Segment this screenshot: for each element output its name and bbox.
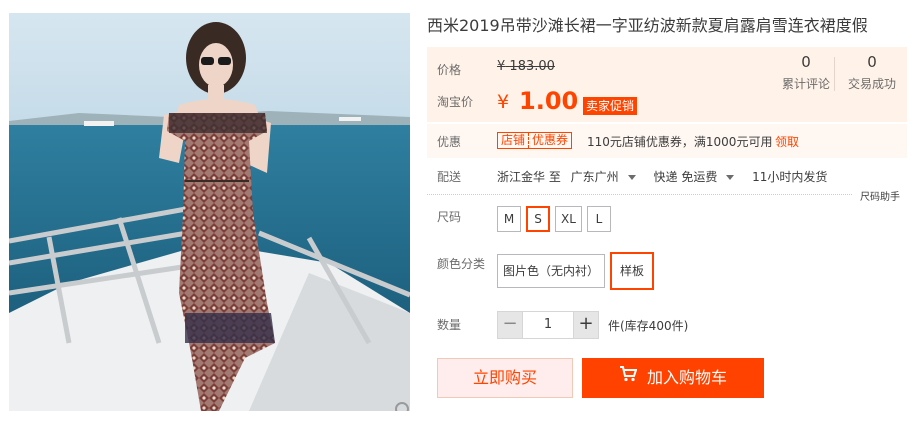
ship-from: 浙江金华 至 <box>497 170 561 184</box>
section-divider <box>427 194 852 195</box>
sales-count: 0 交易成功 <box>842 53 902 92</box>
price-label: 价格 <box>437 63 462 77</box>
size-helper-link[interactable]: 尺码助手 <box>860 188 900 203</box>
color-option-picture[interactable]: 图片色（无内衬） <box>497 254 605 288</box>
coupon-label: 优惠 <box>437 135 462 149</box>
coupon-row: 优惠 店铺 优惠券 110元店铺优惠券，满1000元可用 领取 <box>427 124 907 158</box>
cart-icon <box>619 357 638 397</box>
shop-coupon-tag: 店铺 优惠券 <box>497 132 573 149</box>
coupon-description: 110元店铺优惠券，满1000元可用 <box>587 135 773 149</box>
product-image[interactable] <box>9 13 410 411</box>
color-label: 颜色分类 <box>437 257 486 271</box>
quantity-decrease-button[interactable]: − <box>497 311 523 339</box>
size-option-l[interactable]: L <box>587 206 611 232</box>
size-label: 尺码 <box>437 210 462 224</box>
dispatch-time: 11小时内发货 <box>752 170 828 184</box>
product-photo <box>9 13 410 411</box>
stock-info: 件(库存400件) <box>608 319 689 333</box>
add-to-cart-label: 加入购物车 <box>646 368 727 387</box>
sales-count-label: 交易成功 <box>847 77 896 91</box>
price-panel: 价格 ¥ 183.00 淘宝价 ¥ 1.00 卖家促销 0 累计评论 0 交易成… <box>427 47 907 122</box>
shipping-label: 配送 <box>437 170 462 184</box>
promo-badge: 卖家促销 <box>583 97 638 115</box>
quantity-stepper: − 1 + <box>497 311 599 339</box>
currency-symbol: ¥ <box>497 91 510 113</box>
quantity-label: 数量 <box>437 318 462 332</box>
shipping-info: 浙江金华 至 广东广州 快递 免运费 11小时内发货 <box>497 168 833 185</box>
chevron-down-icon <box>726 175 735 180</box>
ship-to-selector[interactable]: 广东广州 <box>571 170 644 184</box>
coupon-tag-left: 店铺 <box>501 133 526 147</box>
review-count[interactable]: 0 累计评论 <box>776 53 836 92</box>
current-price: 1.00 <box>519 87 579 115</box>
sales-count-value: 0 <box>867 53 877 71</box>
stat-divider <box>834 57 835 91</box>
size-option-xl[interactable]: XL <box>555 206 582 232</box>
size-option-m[interactable]: M <box>497 206 521 232</box>
add-to-cart-button[interactable]: 加入购物车 <box>582 358 764 398</box>
chevron-down-icon <box>627 175 636 180</box>
coupon-tag-right: 优惠券 <box>528 133 571 148</box>
taobao-price-label: 淘宝价 <box>437 95 474 109</box>
original-price: ¥ 183.00 <box>497 59 555 74</box>
color-option-sample[interactable]: 样板 <box>610 252 654 290</box>
review-count-label: 累计评论 <box>781 77 830 91</box>
claim-coupon-link[interactable]: 领取 <box>775 133 799 150</box>
review-count-value: 0 <box>801 53 811 71</box>
product-title: 西米2019吊带沙滩长裙一字亚纺波新款夏肩露肩雪连衣裙度假 <box>427 16 868 35</box>
buy-now-button[interactable]: 立即购买 <box>437 358 573 398</box>
product-detail: 西米2019吊带沙滩长裙一字亚纺波新款夏肩露肩雪连衣裙度假 价格 ¥ 183.0… <box>0 0 919 426</box>
zoom-icon[interactable] <box>394 401 410 411</box>
quantity-input[interactable]: 1 <box>523 311 573 339</box>
size-option-s[interactable]: S <box>526 206 550 232</box>
quantity-increase-button[interactable]: + <box>573 311 599 339</box>
ship-method-selector[interactable]: 快递 免运费 <box>654 170 743 184</box>
